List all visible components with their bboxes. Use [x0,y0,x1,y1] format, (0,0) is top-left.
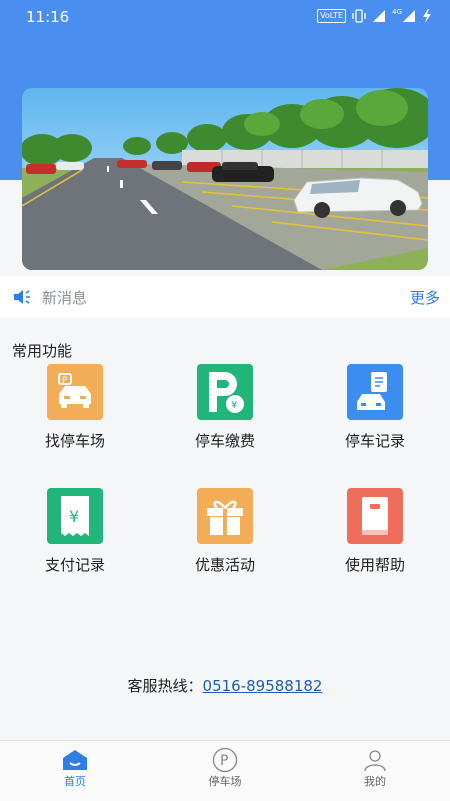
tab-home[interactable]: 首页 [25,747,125,789]
signal-icon-2 [403,10,415,22]
svg-text:P: P [220,753,228,769]
function-label: 优惠活动 [194,556,255,574]
tab-label: 首页 [64,775,86,788]
home-icon [63,750,87,770]
parking-payment-button[interactable]: ¥ 停车缴费 [150,364,300,451]
tab-parking[interactable]: P 停车场 [175,747,275,789]
svg-text:P: P [62,376,68,386]
function-label: 使用帮助 [344,556,405,574]
car-parking-icon: P [47,364,103,420]
record-car-icon [347,364,403,420]
signal-icon [373,10,386,22]
tab-label: 停车场 [208,775,242,788]
receipt-icon: ¥ [47,488,103,544]
more-link[interactable]: 更多 [410,287,440,308]
bottom-tab-bar: 首页 P 停车场 我的 [0,740,450,801]
volte-badge: VoLTE [317,9,347,23]
parking-records-button[interactable]: 停车记录 [300,364,450,451]
find-parking-button[interactable]: P 找停车场 [0,364,150,451]
network-type: 4G [392,8,402,16]
banner-image[interactable] [22,88,428,270]
charging-icon [423,9,431,23]
vibrate-icon [352,9,366,23]
promotions-button[interactable]: 优惠活动 [150,488,300,575]
news-bar[interactable]: 新消息 更多 [0,276,450,318]
parking-lot-illustration [22,88,428,270]
status-bar: 11:16 VoLTE 4G [0,0,450,34]
function-label: 找停车场 [44,432,105,450]
hotline-number[interactable]: 0516-89588182 [203,677,323,695]
speaker-icon [14,290,30,304]
svg-text:¥: ¥ [231,400,237,411]
svg-text:¥: ¥ [69,507,79,526]
function-label: 停车缴费 [194,432,255,450]
payment-records-button[interactable]: ¥ 支付记录 [0,488,150,575]
hotline-label: 客服热线： [127,677,203,695]
gift-icon [197,488,253,544]
status-time: 11:16 [26,8,70,26]
tab-mine[interactable]: 我的 [325,747,425,789]
parking-icon: P [212,747,238,773]
parking-pay-icon: ¥ [197,364,253,420]
section-title: 常用功能 [12,342,73,360]
hotline: 客服热线：0516-89588182 [0,675,450,696]
help-button[interactable]: 使用帮助 [300,488,450,575]
function-label: 支付记录 [44,556,105,574]
profile-icon [364,750,386,772]
status-icons: VoLTE 4G [317,8,432,23]
function-label: 停车记录 [344,432,405,450]
tab-label: 我的 [364,775,386,788]
book-icon [347,488,403,544]
news-label: 新消息 [42,288,88,307]
